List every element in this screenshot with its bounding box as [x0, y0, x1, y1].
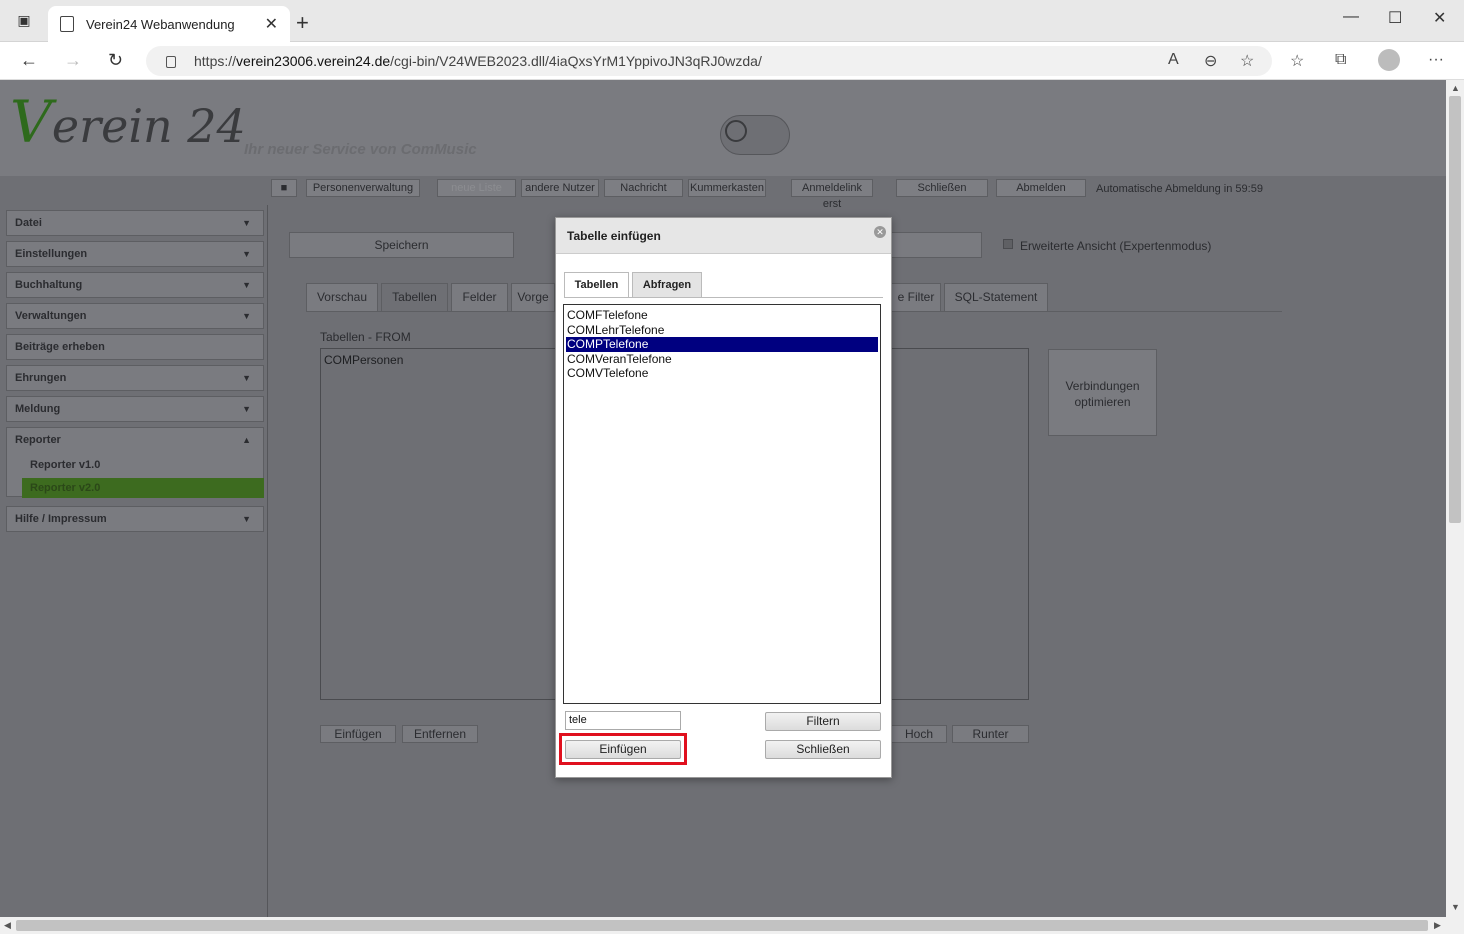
chevron-down-icon: ▼ [242, 280, 251, 290]
url-text: https://verein23006.verein24.de/cgi-bin/… [194, 53, 762, 69]
back-icon[interactable]: ← [20, 50, 38, 71]
tab-vorgaben[interactable]: Vorge [511, 283, 555, 312]
neue-liste-button[interactable]: neue Liste [437, 179, 516, 197]
more-menu-icon[interactable]: ··· [1428, 51, 1444, 69]
forward-icon[interactable]: → [64, 50, 82, 71]
nachricht-button[interactable]: Nachricht [604, 179, 683, 197]
list-item[interactable]: COMVeranTelefone [566, 352, 878, 367]
address-bar[interactable]: https://verein23006.verein24.de/cgi-bin/… [146, 46, 1272, 76]
auto-logout-text: Automatische Abmeldung in 59:59 [1096, 183, 1263, 195]
chevron-down-icon: ▼ [242, 249, 251, 259]
vertical-scrollbar[interactable]: ▲ ▼ [1446, 80, 1464, 917]
chevron-down-icon: ▼ [242, 373, 251, 383]
close-tab-icon[interactable]: ✕ [265, 14, 278, 34]
app-header: Verein 24 Ihr neuer Service von ComMusic [0, 80, 1446, 176]
menu-square-icon[interactable]: ■ [271, 179, 297, 197]
move-up-button[interactable]: Hoch [891, 725, 947, 743]
loading-toggle [720, 115, 790, 155]
save-button[interactable]: Speichern [289, 232, 514, 258]
abmelden-button[interactable]: Abmelden [996, 179, 1086, 197]
chevron-down-icon: ▼ [242, 404, 251, 414]
tab-tabellen[interactable]: Tabellen [381, 283, 448, 312]
tab-actions-icon[interactable]: ▣ [14, 12, 34, 32]
reload-icon[interactable]: ↻ [108, 50, 123, 71]
scrollbar-thumb[interactable] [1449, 96, 1461, 523]
scroll-right-icon[interactable]: ▶ [1434, 920, 1441, 931]
chevron-up-icon: ▲ [242, 435, 251, 445]
favorites-icon[interactable]: ☆ [1290, 51, 1304, 71]
document-icon [60, 16, 74, 32]
chevron-down-icon: ▼ [242, 311, 251, 321]
highlight-box [559, 733, 687, 765]
zoom-icon[interactable]: ⊖ [1204, 51, 1217, 71]
favorite-add-icon[interactable]: ☆ [1240, 51, 1254, 71]
sidebar-item-ehrungen[interactable]: Ehrungen ▼ [6, 365, 264, 391]
profile-avatar[interactable] [1378, 49, 1400, 71]
sidebar-item-verwaltungen[interactable]: Verwaltungen ▼ [6, 303, 264, 329]
close-window-icon[interactable]: ✕ [1433, 8, 1446, 28]
lock-icon[interactable] [166, 56, 176, 68]
minimize-icon[interactable]: — [1343, 8, 1359, 26]
sidebar-subitem-reporter-v2[interactable]: Reporter v2.0 [22, 478, 264, 498]
sidebar-item-hilfe[interactable]: Hilfe / Impressum ▼ [6, 506, 264, 532]
sidebar-item-beitraege[interactable]: Beiträge erheben [6, 334, 264, 360]
sidebar: Datei ▼ Einstellungen ▼ Buchhaltung ▼ Verwa… [0, 205, 268, 917]
close-icon[interactable]: ✕ [874, 226, 886, 238]
tab-filter[interactable]: e Filter [891, 283, 941, 312]
sidebar-item-meldung[interactable]: Meldung ▼ [6, 396, 264, 422]
optimize-connections-button[interactable]: Verbindungen optimieren [1048, 349, 1157, 436]
scroll-down-icon[interactable]: ▼ [1451, 902, 1460, 912]
sidebar-item-einstellungen[interactable]: Einstellungen ▼ [6, 241, 264, 267]
tab-felder[interactable]: Felder [451, 283, 508, 312]
filter-input[interactable]: tele [565, 711, 681, 730]
list-item[interactable]: COMVTelefone [566, 366, 878, 381]
schliessen-top-button[interactable]: Schließen [896, 179, 988, 197]
personenverwaltung-button[interactable]: Personenverwaltung [306, 179, 420, 197]
close-button[interactable]: Schließen [765, 740, 881, 759]
list-item-selected[interactable]: COMPTelefone [566, 337, 878, 352]
tagline: Ihr neuer Service von ComMusic [244, 141, 477, 158]
address-toolbar: ← → ↻ https://verein23006.verein24.de/cg… [0, 42, 1464, 80]
horizontal-scrollbar[interactable]: ◀ ▶ [0, 917, 1464, 934]
browser-tab-strip: ▣ Verein24 Webanwendung ✕ + — ☐ ✕ [0, 0, 1464, 42]
dialog-tab-tabellen[interactable]: Tabellen [564, 272, 629, 298]
kummerkasten-button[interactable]: Kummerkasten [688, 179, 766, 197]
from-label: Tabellen - FROM [320, 330, 411, 344]
list-item[interactable]: COMFTelefone [566, 308, 878, 323]
scrollbar-thumb[interactable] [16, 920, 1428, 931]
browser-tab-title: Verein24 Webanwendung [86, 16, 235, 32]
read-aloud-icon[interactable]: A [1168, 51, 1179, 69]
anmeldelink-button[interactable]: Anmeldelink erst [791, 179, 873, 210]
move-down-button[interactable]: Runter [952, 725, 1029, 743]
tab-vorschau[interactable]: Vorschau [306, 283, 378, 312]
dialog-tab-abfragen[interactable]: Abfragen [632, 272, 702, 298]
dialog-tab-divider [564, 297, 883, 298]
scroll-up-icon[interactable]: ▲ [1451, 83, 1460, 93]
insert-table-button[interactable]: Einfügen [320, 725, 396, 743]
table-listbox[interactable]: COMFTelefone COMLehrTelefone COMPTelefon… [563, 304, 881, 704]
andere-nutzer-button[interactable]: andere Nutzer [521, 179, 599, 197]
insert-table-dialog: Tabelle einfügen ✕ Tabellen Abfragen COM… [555, 217, 892, 778]
scroll-left-icon[interactable]: ◀ [4, 920, 11, 931]
sidebar-item-datei[interactable]: Datei ▼ [6, 210, 264, 236]
list-item[interactable]: COMLehrTelefone [566, 323, 878, 338]
maximize-icon[interactable]: ☐ [1388, 8, 1402, 28]
chevron-down-icon: ▼ [242, 218, 251, 228]
remove-table-button[interactable]: Entfernen [402, 725, 478, 743]
chevron-down-icon: ▼ [242, 514, 251, 524]
dialog-titlebar: Tabelle einfügen ✕ [556, 218, 891, 254]
dialog-title: Tabelle einfügen [567, 229, 661, 243]
tab-sql-statement[interactable]: SQL-Statement [944, 283, 1048, 312]
sidebar-subitem-reporter-v1[interactable]: Reporter v1.0 [22, 455, 264, 475]
sidebar-item-buchhaltung[interactable]: Buchhaltung ▼ [6, 272, 264, 298]
new-tab-icon[interactable]: + [296, 10, 309, 36]
filter-button[interactable]: Filtern [765, 712, 881, 731]
collections-icon[interactable]: ⧉ [1335, 51, 1346, 69]
verein24-logo: Verein 24 [10, 88, 246, 156]
browser-tab[interactable]: Verein24 Webanwendung ✕ [48, 6, 290, 42]
expert-mode-label: Erweiterte Ansicht (Expertenmodus) [1020, 239, 1212, 253]
expert-mode-checkbox[interactable] [1003, 239, 1013, 249]
